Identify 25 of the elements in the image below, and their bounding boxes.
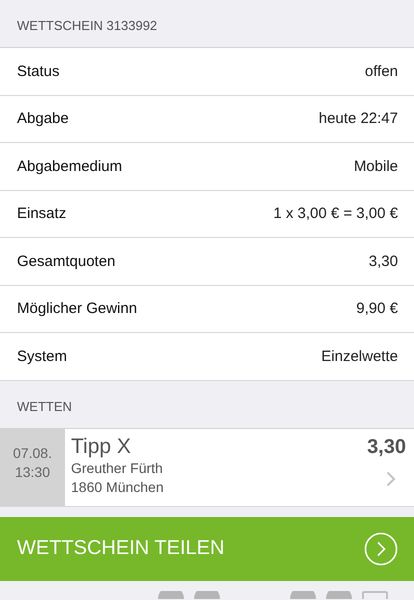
section-title: WETTSCHEIN 3133992 — [17, 18, 158, 33]
detail-label: Einsatz — [17, 205, 66, 222]
detail-label: System — [17, 348, 68, 365]
detail-label: Abgabemedium — [17, 158, 122, 175]
detail-label: Status — [17, 62, 60, 80]
detail-value: heute 22:47 — [318, 110, 398, 128]
team-name: Greuther Fürth — [71, 458, 164, 478]
detail-label: Abgabe — [17, 110, 69, 128]
detail-value: 3,30 — [368, 252, 398, 270]
chevron-right-icon — [386, 470, 396, 486]
bet-odds: 3,30 — [367, 434, 406, 458]
detail-value: 1 x 3,00 € = 3,00 € — [273, 205, 398, 222]
detail-label: Möglicher Gewinn — [17, 300, 138, 318]
bet-time: 13:30 — [14, 463, 50, 482]
detail-value: offen — [364, 62, 398, 80]
team-name: 1860 München — [71, 478, 165, 496]
bet-tip: Tipp X — [71, 434, 132, 458]
section-title: WETTEN — [17, 398, 72, 414]
bet-date: 07.08. — [13, 444, 52, 463]
detail-value: Mobile — [354, 158, 398, 175]
detail-label: Gesamtquoten — [17, 252, 116, 270]
bet-card[interactable]: 07.08. 13:30 Tipp X Greuther Fürth 1860 München 3,30 — [0, 428, 414, 506]
detail-value: Einzelwette — [321, 348, 398, 365]
detail-value: 9,90 € — [356, 300, 398, 318]
arrow-circle-icon — [364, 532, 398, 566]
